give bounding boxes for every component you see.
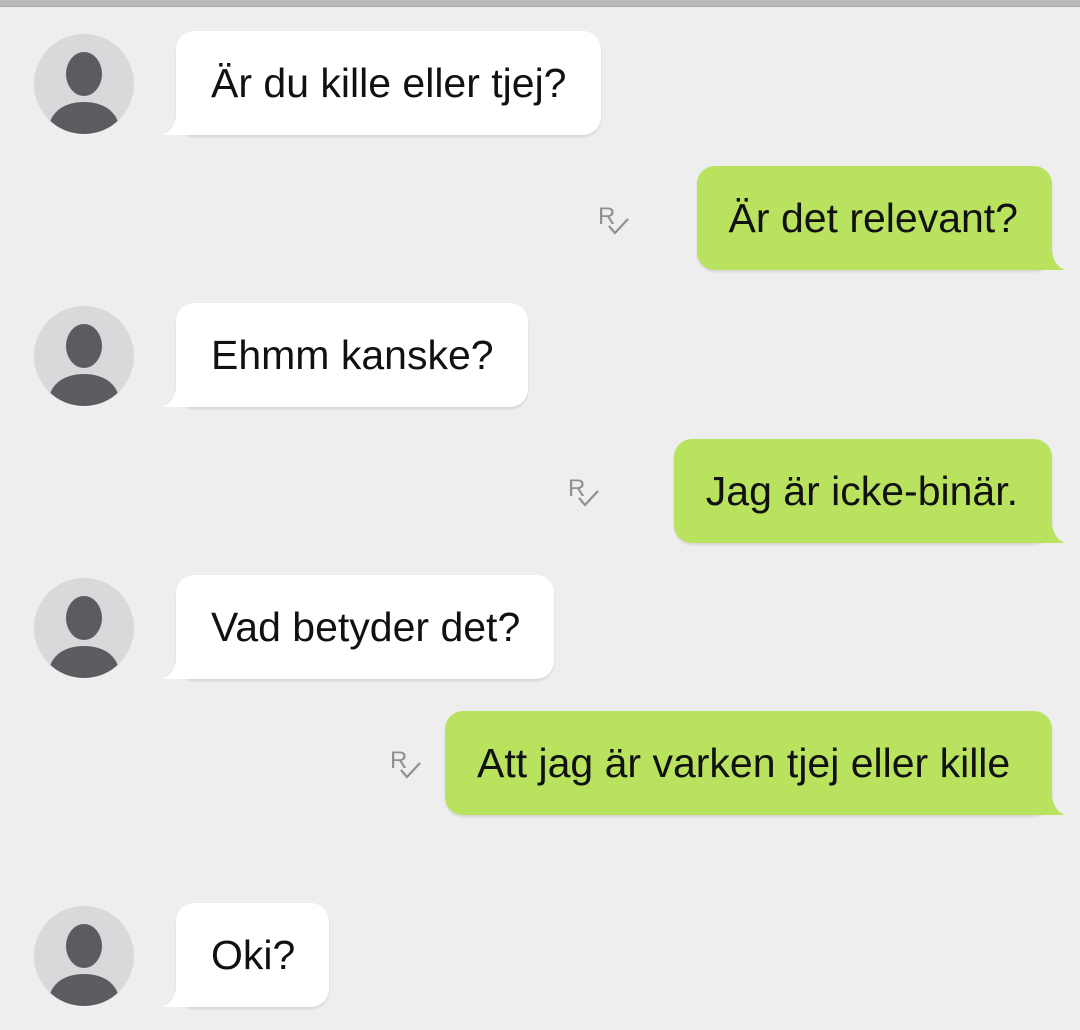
status-divider — [0, 0, 1080, 7]
contact-avatar-icon[interactable] — [34, 906, 134, 1006]
message-text: Ehmm kanske? — [211, 332, 494, 378]
message-text: Jag är icke-binär. — [705, 468, 1018, 514]
read-receipt-icon: R — [390, 747, 421, 779]
message-bubble-outgoing[interactable]: Är det relevant? — [696, 166, 1066, 270]
message-text: Är det relevant? — [728, 195, 1018, 241]
message-text: Att jag är varken tjej eller kille — [477, 740, 1011, 786]
message-bubble-incoming[interactable]: Är du kille eller tjej? — [162, 31, 601, 135]
contact-avatar-icon[interactable] — [34, 578, 134, 678]
message-bubble-outgoing[interactable]: Att jag är varken tjej eller kille — [445, 711, 1066, 815]
svg-text:R: R — [598, 203, 615, 230]
message-bubble-incoming[interactable]: Oki? — [162, 903, 330, 1007]
message-text: Oki? — [211, 932, 296, 978]
message-bubble-outgoing[interactable]: Jag är icke-binär. — [673, 439, 1066, 543]
read-receipt-icon: R — [598, 203, 629, 235]
message-text: Är du kille eller tjej? — [211, 60, 567, 106]
message-text: Vad betyder det? — [211, 604, 521, 650]
read-receipt-icon: R — [568, 475, 599, 507]
contact-avatar-icon[interactable] — [34, 306, 134, 406]
message-bubble-incoming[interactable]: Ehmm kanske? — [162, 303, 528, 407]
svg-text:R: R — [390, 747, 407, 774]
contact-avatar-icon[interactable] — [34, 34, 134, 134]
svg-text:R: R — [568, 475, 585, 502]
message-bubble-incoming[interactable]: Vad betyder det? — [162, 575, 555, 679]
